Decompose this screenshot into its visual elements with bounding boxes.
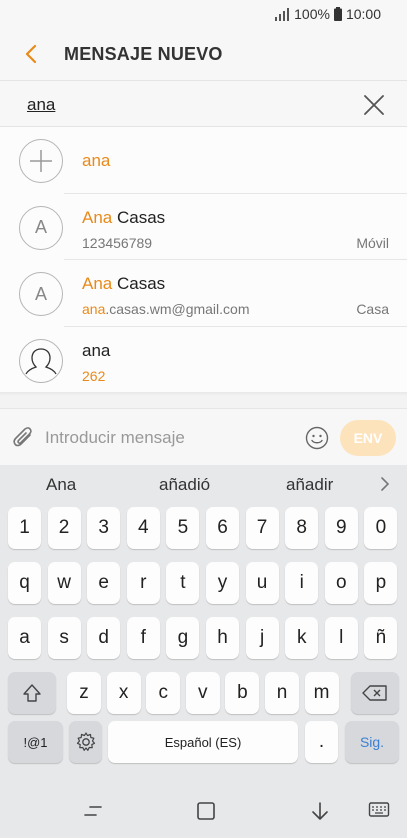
battery-percent: 100% [294, 6, 330, 22]
key-d[interactable]: d [87, 617, 121, 659]
space-key[interactable]: Español (ES) [108, 721, 298, 763]
compose-bar: Introducir mensaje ENV [0, 408, 407, 465]
suggestion-contact-email[interactable]: A Ana Casas ana.casas.wm@gmail.com Casa [0, 260, 407, 327]
key-3[interactable]: 3 [87, 507, 121, 549]
key-s[interactable]: s [47, 617, 81, 659]
key-h[interactable]: h [206, 617, 239, 659]
navigation-bar [0, 783, 407, 838]
key-a[interactable]: a [8, 617, 41, 659]
close-icon[interactable] [363, 94, 385, 116]
symbols-key[interactable]: !@1 [8, 721, 63, 763]
key-k[interactable]: k [285, 617, 319, 659]
contact-type: Casa [356, 301, 389, 317]
signal-icon [275, 7, 290, 21]
key-j[interactable]: j [245, 617, 279, 659]
key-l[interactable]: l [324, 617, 358, 659]
home-icon[interactable] [195, 800, 217, 822]
back-icon[interactable] [309, 800, 331, 822]
key-o[interactable]: o [324, 562, 358, 604]
clock: 10:00 [345, 6, 381, 22]
back-arrow-icon[interactable] [20, 42, 44, 66]
prediction-word[interactable]: Ana [46, 475, 76, 495]
page-title: MENSAJE NUEVO [64, 44, 223, 64]
paperclip-icon[interactable] [12, 425, 36, 451]
key-8[interactable]: 8 [285, 507, 319, 549]
prediction-word[interactable]: añadir [286, 475, 333, 495]
contact-phone: 123456789 [82, 234, 153, 251]
contact-email: ana.casas.wm@gmail.com [82, 301, 250, 317]
backspace-key[interactable] [351, 672, 399, 714]
recipient-row: ana [0, 82, 407, 127]
key-9[interactable]: 9 [324, 507, 358, 549]
person-number: 262 [82, 367, 106, 384]
key-q[interactable]: q [8, 562, 41, 604]
person-silhouette-icon [25, 347, 57, 374]
suggestion-name: ana [82, 151, 111, 170]
battery-icon [333, 7, 342, 21]
recipient-input[interactable]: ana [27, 95, 55, 115]
next-key[interactable]: Sig. [345, 721, 399, 763]
key-r[interactable]: r [126, 562, 160, 604]
key-2[interactable]: 2 [47, 507, 81, 549]
key-0[interactable]: 0 [364, 507, 398, 549]
header: MENSAJE NUEVO [0, 30, 407, 81]
keyboard-icon[interactable] [368, 800, 390, 822]
avatar: A [19, 272, 63, 316]
suggestion-list: ana A Ana Casas 123456789 Móvil A Ana Ca… [0, 127, 407, 393]
message-input[interactable]: Introducir mensaje [45, 428, 185, 448]
suggestion-person[interactable]: ana 262 [0, 327, 407, 394]
contact-type: Móvil [356, 234, 389, 251]
key-c[interactable]: c [146, 672, 181, 714]
period-key[interactable]: . [305, 721, 338, 763]
key-p[interactable]: p [364, 562, 398, 604]
person-name: ana [82, 340, 111, 360]
key-e[interactable]: e [87, 562, 121, 604]
key-m[interactable]: m [304, 672, 339, 714]
key-t[interactable]: t [166, 562, 200, 604]
key-1[interactable]: 1 [8, 507, 41, 549]
recent-apps-icon[interactable] [82, 800, 104, 822]
emoji-icon[interactable] [305, 426, 329, 450]
shift-icon [23, 684, 41, 702]
key-7[interactable]: 7 [245, 507, 279, 549]
chevron-right-icon[interactable] [378, 476, 392, 492]
key-6[interactable]: 6 [206, 507, 239, 549]
key-4[interactable]: 4 [126, 507, 160, 549]
key-g[interactable]: g [166, 617, 200, 659]
suggestion-contact[interactable]: A Ana Casas 123456789 Móvil [0, 194, 407, 260]
backspace-icon [362, 685, 387, 701]
suggestion-add-recipient[interactable]: ana [0, 127, 407, 194]
settings-key[interactable] [69, 721, 102, 763]
shift-key[interactable] [8, 672, 56, 714]
key-y[interactable]: y [206, 562, 239, 604]
key-n[interactable]: n [265, 672, 299, 714]
contact-name: Ana Casas [82, 274, 166, 293]
add-avatar [19, 139, 63, 183]
key-5[interactable]: 5 [166, 507, 200, 549]
key-i[interactable]: i [285, 562, 319, 604]
plus-icon [30, 150, 52, 172]
list-divider [0, 392, 407, 408]
key-x[interactable]: x [106, 672, 141, 714]
key-v[interactable]: v [185, 672, 220, 714]
keyboard: Ana añadió añadir 1234567890 qwertyuiop as… [0, 465, 407, 783]
send-button[interactable]: ENV [340, 420, 396, 456]
avatar: A [19, 205, 63, 250]
key-u[interactable]: u [245, 562, 279, 604]
status-bar: 100% 10:00 [0, 0, 407, 30]
gear-icon [76, 732, 95, 751]
key-f[interactable]: f [126, 617, 160, 659]
key-w[interactable]: w [47, 562, 81, 604]
key-z[interactable]: z [67, 672, 101, 714]
key-ñ[interactable]: ñ [364, 617, 398, 659]
prediction-bar: Ana añadió añadir [0, 465, 407, 503]
prediction-word[interactable]: añadió [159, 475, 210, 495]
contact-name: Ana Casas [82, 207, 166, 227]
key-b[interactable]: b [225, 672, 260, 714]
avatar [19, 338, 63, 383]
